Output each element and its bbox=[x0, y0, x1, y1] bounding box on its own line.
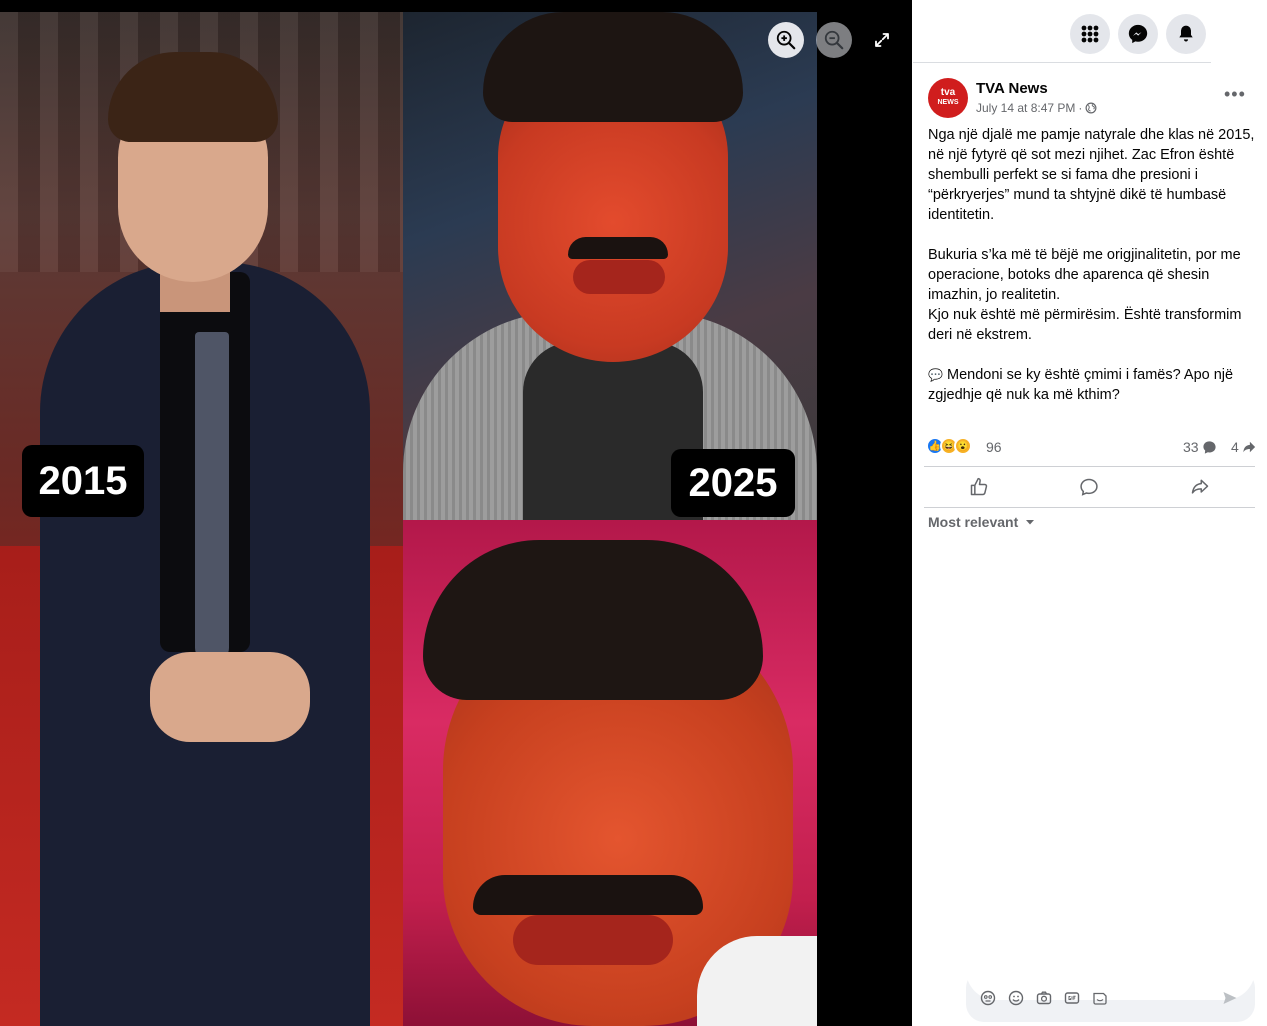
mustache-bottom bbox=[473, 875, 703, 915]
send-icon bbox=[1223, 992, 1237, 1004]
gif-icon[interactable] bbox=[1064, 990, 1080, 1006]
page-name-link[interactable]: TVA News bbox=[976, 80, 1048, 97]
comment-button[interactable] bbox=[1034, 467, 1144, 507]
send-button[interactable] bbox=[1222, 990, 1238, 1011]
avatar-sticker-icon[interactable] bbox=[980, 990, 996, 1006]
post-options-button[interactable]: ••• bbox=[1224, 84, 1246, 105]
comment-count-icon bbox=[1202, 440, 1216, 454]
zoom-out-button[interactable] bbox=[816, 22, 852, 58]
share-count-value: 4 bbox=[1231, 439, 1239, 455]
comment-count-value: 33 bbox=[1183, 439, 1199, 455]
share-count[interactable]: 4 bbox=[1231, 439, 1256, 455]
post-paragraph-2b: Kjo nuk është më përmirësim. Është trans… bbox=[928, 307, 1242, 343]
chevron-down-icon bbox=[1026, 520, 1035, 525]
reaction-count[interactable]: 96 bbox=[986, 439, 1002, 455]
menu-grid-icon bbox=[1081, 25, 1099, 43]
notifications-button[interactable] bbox=[1166, 14, 1206, 54]
share-button[interactable] bbox=[1145, 467, 1255, 507]
zoom-in-icon bbox=[776, 30, 796, 50]
messenger-button[interactable] bbox=[1118, 14, 1158, 54]
emoji-icon[interactable] bbox=[1008, 990, 1024, 1006]
page-root: 2015 2025 tva NEWS TVA News July 14 at 8… bbox=[0, 0, 1267, 1026]
post-paragraph-1: Nga një djalë me pamje natyrale dhe klas… bbox=[928, 127, 1255, 223]
comment-icon bbox=[1080, 478, 1099, 496]
mustache-top bbox=[568, 237, 668, 259]
reactions-summary: 👍 😆 😮 96 33 4 bbox=[926, 436, 1256, 458]
comment-composer[interactable] bbox=[966, 970, 1255, 1022]
header-divider bbox=[913, 62, 1211, 63]
photo-viewer[interactable]: 2015 2025 bbox=[0, 0, 912, 1026]
post-body: Nga një djalë me pamje natyrale dhe klas… bbox=[928, 125, 1256, 425]
year-badge-2025: 2025 bbox=[671, 449, 795, 517]
lips-bottom bbox=[513, 915, 673, 965]
post-action-bar bbox=[924, 466, 1255, 508]
post-timestamp[interactable]: July 14 at 8:47 PM bbox=[976, 101, 1075, 115]
share-icon bbox=[1191, 479, 1209, 494]
photo-2025-top-panel bbox=[403, 12, 817, 520]
wow-reaction-icon: 😮 bbox=[954, 437, 972, 455]
gray-tie bbox=[195, 332, 229, 662]
hands bbox=[150, 652, 310, 742]
comment-count[interactable]: 33 bbox=[1183, 439, 1217, 455]
notifications-bell-icon bbox=[1179, 25, 1193, 42]
hair-2025-bottom bbox=[423, 540, 763, 700]
camera-icon[interactable] bbox=[1036, 990, 1052, 1006]
top-nav-icons bbox=[1070, 14, 1206, 54]
like-button[interactable] bbox=[924, 467, 1034, 507]
fullscreen-button[interactable] bbox=[864, 22, 900, 58]
post-meta: July 14 at 8:47 PM · bbox=[976, 101, 1097, 115]
globe-icon bbox=[1085, 102, 1097, 114]
sort-label: Most relevant bbox=[928, 514, 1019, 530]
post-paragraph-3: 💬 Mendoni se ky është çmimi i famës? Apo… bbox=[928, 365, 1256, 405]
post-paragraph-2a: Bukuria s’ka më të bëjë me origjinalitet… bbox=[928, 247, 1241, 303]
avatar-logo-subtext: NEWS bbox=[937, 99, 959, 106]
avatar-logo-text: tva bbox=[940, 87, 956, 98]
comment-sort-dropdown[interactable]: Most relevant bbox=[928, 514, 1036, 530]
post-paragraph-3-text: Mendoni se ky është çmimi i famës? Apo n… bbox=[928, 367, 1234, 403]
hair-2025-top bbox=[483, 12, 743, 122]
photo-2015-panel bbox=[0, 12, 403, 1026]
messenger-icon bbox=[1128, 24, 1148, 44]
menu-button[interactable] bbox=[1070, 14, 1110, 54]
photo-2025-bottom-panel bbox=[403, 520, 817, 1026]
share-count-icon bbox=[1243, 441, 1255, 453]
like-icon bbox=[970, 477, 988, 496]
year-badge-2015: 2015 bbox=[22, 445, 144, 517]
speech-bubble-emoji: 💬 bbox=[928, 368, 943, 382]
page-avatar[interactable]: tva NEWS bbox=[928, 78, 968, 118]
reaction-icons[interactable]: 👍 😆 😮 bbox=[926, 437, 972, 455]
fullscreen-icon bbox=[875, 33, 889, 47]
zoom-out-icon bbox=[824, 30, 844, 50]
sticker-icon[interactable] bbox=[1092, 990, 1108, 1006]
lips-top bbox=[573, 260, 665, 294]
composer-tools bbox=[980, 990, 1108, 1006]
zoom-in-button[interactable] bbox=[768, 22, 804, 58]
meta-separator: · bbox=[1078, 101, 1083, 115]
